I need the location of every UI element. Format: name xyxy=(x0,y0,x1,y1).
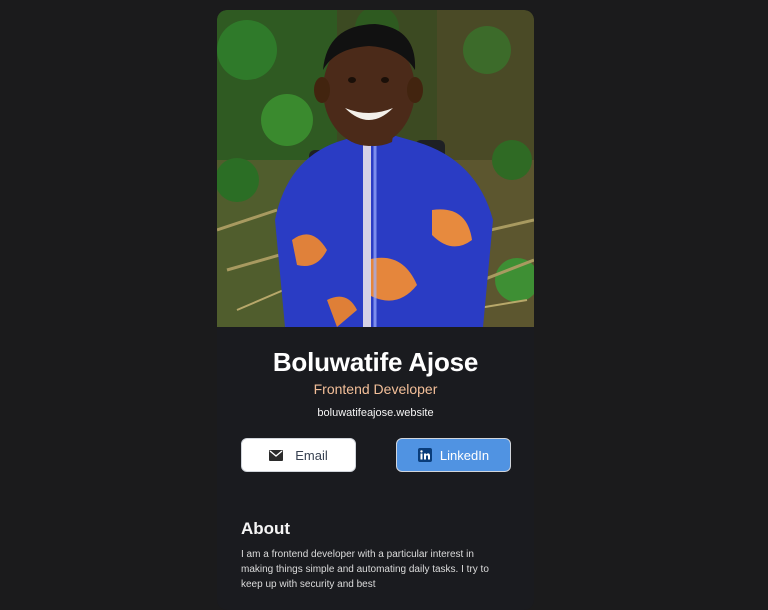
email-button-label: Email xyxy=(295,447,328,463)
linkedin-icon xyxy=(417,448,432,462)
profile-card: Boluwatife Ajose Frontend Developer bolu… xyxy=(217,10,534,610)
about-heading: About xyxy=(241,519,291,538)
profile-title: Frontend Developer xyxy=(313,381,438,397)
profile-website[interactable]: boluwatifeajose.website xyxy=(217,406,534,420)
linkedin-button-label: LinkedIn xyxy=(439,447,490,463)
linkedin-button[interactable]: LinkedIn xyxy=(396,438,511,472)
about-text: I am a frontend developer with a particu… xyxy=(241,549,489,590)
email-button[interactable]: Email xyxy=(241,438,356,472)
profile-photo xyxy=(217,10,534,327)
mail-icon xyxy=(269,449,284,461)
profile-name: Boluwatife Ajose xyxy=(272,347,479,377)
